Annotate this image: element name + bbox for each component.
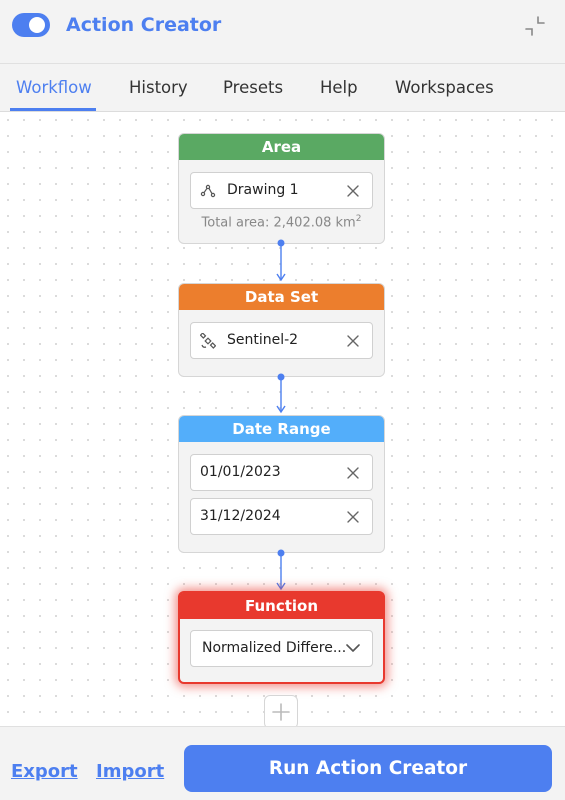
app-header: Action Creator (0, 0, 565, 64)
drawing-icon (200, 184, 216, 198)
plus-icon (272, 703, 290, 721)
function-node-title: Function (180, 593, 383, 619)
total-area-text: Total area: 2,402.08 km2 (179, 214, 384, 230)
end-date-value: 31/12/2024 (200, 508, 281, 524)
footer-bar: Export Import Run Action Creator (0, 726, 565, 800)
area-node-title: Area (179, 134, 384, 160)
satellite-icon (200, 333, 216, 349)
collapse-icon[interactable] (523, 14, 547, 38)
close-icon[interactable] (346, 334, 360, 348)
tab-bar: Workflow History Presets Help Workspaces (0, 64, 565, 112)
connector-arrow (276, 373, 286, 414)
active-tab-indicator (10, 108, 96, 111)
function-node[interactable]: Function Normalized Differe... (178, 591, 385, 684)
tab-help[interactable]: Help (320, 64, 358, 112)
dataset-field-value: Sentinel-2 (227, 332, 299, 348)
enable-toggle[interactable] (12, 13, 50, 37)
dataset-field[interactable]: Sentinel-2 (190, 322, 373, 359)
run-action-creator-button[interactable]: Run Action Creator (184, 745, 552, 792)
dataset-node: Data Set Sentinel-2 (178, 283, 385, 377)
close-icon[interactable] (346, 510, 360, 524)
close-icon[interactable] (346, 184, 360, 198)
tab-presets[interactable]: Presets (223, 64, 283, 112)
close-icon[interactable] (346, 466, 360, 480)
area-field[interactable]: Drawing 1 (190, 172, 373, 209)
area-field-value: Drawing 1 (227, 182, 299, 198)
daterange-node: Date Range 01/01/2023 31/12/2024 (178, 415, 385, 553)
area-node: Area Drawing 1 Total area: 2,402.08 km2 (178, 133, 385, 244)
toggle-knob (29, 17, 45, 33)
add-node-button[interactable] (264, 695, 298, 729)
chevron-down-icon (346, 644, 360, 652)
total-area-label: Total area: 2,402.08 km (201, 215, 356, 231)
end-date-field[interactable]: 31/12/2024 (190, 498, 373, 535)
tab-history[interactable]: History (129, 64, 188, 112)
start-date-field[interactable]: 01/01/2023 (190, 454, 373, 491)
import-link[interactable]: Import (96, 761, 164, 782)
app-title: Action Creator (66, 14, 222, 36)
total-area-exponent: 2 (355, 214, 362, 224)
function-select[interactable]: Normalized Differe... (190, 630, 373, 667)
tab-workspaces[interactable]: Workspaces (395, 64, 494, 112)
daterange-node-title: Date Range (179, 416, 384, 442)
dataset-node-title: Data Set (179, 284, 384, 310)
connector-arrow (276, 239, 286, 282)
workflow-canvas: Area Drawing 1 Total area: 2,402.08 km2 … (0, 112, 565, 729)
export-link[interactable]: Export (11, 761, 78, 782)
connector-arrow (276, 549, 286, 591)
function-select-value: Normalized Differe... (202, 640, 347, 656)
tab-workflow[interactable]: Workflow (16, 64, 92, 112)
start-date-value: 01/01/2023 (200, 464, 281, 480)
